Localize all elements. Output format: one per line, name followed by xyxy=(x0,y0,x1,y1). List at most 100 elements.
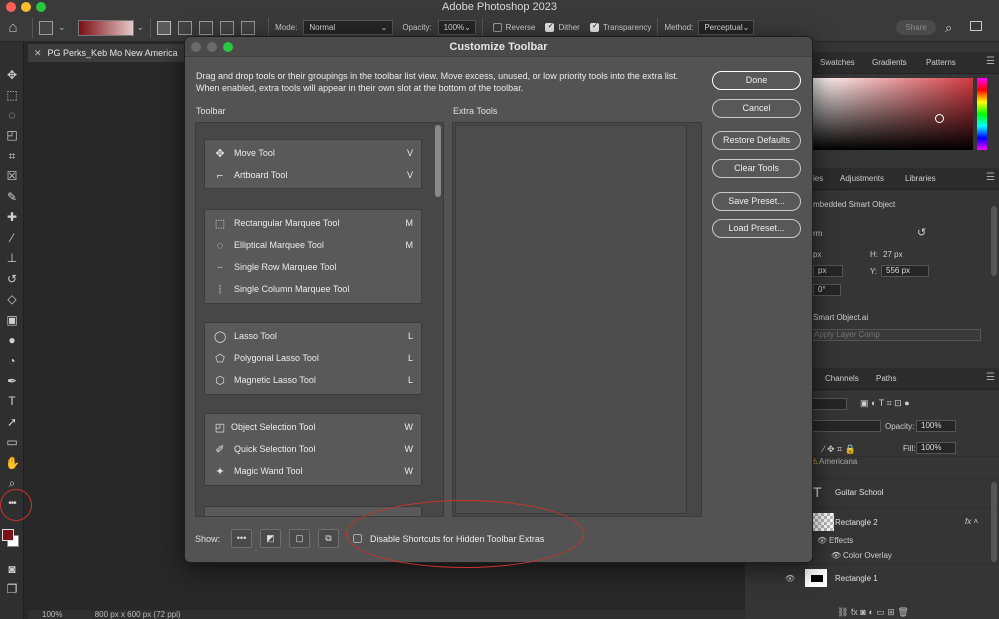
tool-item[interactable]: ✦ Magic Wand Tool W xyxy=(205,461,421,483)
tool-item[interactable]: ⬠ Polygonal Lasso Tool L xyxy=(205,348,421,370)
tool-group[interactable]: ⬚ Rectangular Marquee Tool M ◌ Elliptica… xyxy=(204,209,422,304)
tool-group[interactable]: ◰ Object Selection Tool W ✐ Quick Select… xyxy=(204,413,422,486)
tool-item[interactable]: ✐ Quick Selection Tool W xyxy=(205,439,421,461)
tool-item[interactable]: ◯ Lasso Tool L xyxy=(205,326,421,348)
tool-item[interactable]: ⌐ Artboard Tool V xyxy=(205,165,421,187)
share-button[interactable]: Share xyxy=(896,20,936,35)
tab-channels[interactable]: Channels xyxy=(825,374,859,383)
blend-mode-select[interactable] xyxy=(809,420,881,432)
rect-marquee-icon[interactable]: ⬚ xyxy=(5,88,19,102)
tool-item[interactable]: ⬚ Rectangular Marquee Tool M xyxy=(205,213,421,235)
extra-tools-dropzone[interactable] xyxy=(455,125,687,514)
mode-select[interactable]: Normal ⌄ xyxy=(303,20,394,35)
color-picker-field[interactable] xyxy=(813,78,973,150)
document-tab[interactable]: ✕ PG Perks_Keb Mo New America xyxy=(28,44,186,62)
fill-field[interactable]: 100% xyxy=(916,442,956,454)
chevron-down-icon[interactable]: ⌄ xyxy=(137,22,145,33)
brush-icon[interactable]: ⁄ xyxy=(5,231,19,245)
hue-slider[interactable] xyxy=(977,78,987,150)
tool-item[interactable]: ┄ Single Row Marquee Tool xyxy=(205,257,421,279)
reverse-checkbox[interactable] xyxy=(492,23,502,32)
tool-item[interactable]: ✥ Move Tool V xyxy=(205,143,421,165)
healing-brush-icon[interactable]: ✚ xyxy=(5,210,19,224)
frame-icon[interactable]: ☒ xyxy=(5,169,19,183)
load-preset-button[interactable]: Load Preset... xyxy=(712,219,801,238)
layer-row[interactable]: 👁 Rectangle 1 xyxy=(775,564,999,592)
cancel-button[interactable]: Cancel xyxy=(712,99,801,118)
reset-icon[interactable]: ↺ xyxy=(917,226,926,239)
x-field[interactable]: px xyxy=(813,265,843,277)
scrollbar[interactable] xyxy=(435,125,441,197)
radial-gradient-icon[interactable] xyxy=(178,20,193,35)
y-field[interactable]: 556 px xyxy=(881,265,929,277)
tab-patterns[interactable]: Patterns xyxy=(926,58,956,67)
zoom-icon[interactable]: ⌕ xyxy=(5,476,19,490)
chevron-down-icon[interactable]: ⌄ xyxy=(58,22,66,33)
restore-defaults-button[interactable]: Restore Defaults xyxy=(712,131,801,150)
linear-gradient-icon[interactable] xyxy=(157,20,172,35)
lasso-icon[interactable]: ◌ xyxy=(5,108,19,122)
show-edit-toolbar-button[interactable]: ••• xyxy=(231,529,252,548)
crop-icon[interactable]: ⌗ xyxy=(5,149,19,163)
gradient-swatch[interactable] xyxy=(77,19,134,36)
close-icon[interactable]: ✕ xyxy=(34,48,42,58)
screen-mode-icon[interactable]: ❐ xyxy=(5,582,19,596)
tool-item[interactable]: ◰ Object Selection Tool W xyxy=(205,417,421,439)
layer-comp-select[interactable]: Apply Layer Comp xyxy=(809,329,981,341)
lock-icons[interactable]: ⁄ ✥ ⌗ 🔒 xyxy=(823,444,856,455)
tab-paths[interactable]: Paths xyxy=(876,374,896,383)
panel-menu-icon[interactable]: ☰ xyxy=(986,172,995,183)
tab-gradients[interactable]: Gradients xyxy=(872,58,907,67)
layers-opacity-field[interactable]: 100% xyxy=(916,420,956,432)
object-selection-icon[interactable]: ◰ xyxy=(5,128,19,142)
toolbar-list[interactable]: ✥ Move Tool V ⌐ Artboard Tool V ⬚ Rectan… xyxy=(195,122,444,517)
zoom-dialog-button[interactable] xyxy=(223,42,233,52)
angle-gradient-icon[interactable] xyxy=(199,20,214,35)
eye-icon[interactable]: 👁 xyxy=(817,536,827,545)
history-brush-icon[interactable]: ↺ xyxy=(5,272,19,286)
path-selection-icon[interactable]: ➚ xyxy=(5,415,19,429)
workspace-icon[interactable] xyxy=(970,21,982,31)
tool-item[interactable]: ┆ Single Column Marquee Tool xyxy=(205,279,421,301)
type-icon[interactable]: T xyxy=(5,394,19,408)
tab-libraries[interactable]: Libraries xyxy=(905,174,936,183)
dodge-icon[interactable]: ◔ xyxy=(5,354,19,368)
tool-group[interactable]: ✥ Move Tool V ⌐ Artboard Tool V xyxy=(204,139,422,189)
filter-kind-select[interactable] xyxy=(809,398,847,410)
transparency-checkbox[interactable] xyxy=(589,21,599,32)
eraser-icon[interactable]: ◇ xyxy=(5,292,19,306)
tab-adjustments[interactable]: Adjustments xyxy=(840,174,884,183)
gradient-icon[interactable]: ▣ xyxy=(5,313,19,327)
tool-preset-icon[interactable] xyxy=(39,20,53,35)
show-colors-button[interactable]: ◩ xyxy=(260,529,281,548)
minimize-dialog-button[interactable] xyxy=(207,42,217,52)
eyedropper-icon[interactable]: ✎ xyxy=(5,190,19,204)
opacity-field[interactable]: 100% ⌄ xyxy=(437,20,476,35)
pen-icon[interactable]: ✒ xyxy=(5,374,19,388)
tool-item[interactable]: ◌ Elliptical Marquee Tool M xyxy=(205,235,421,257)
dither-checkbox[interactable] xyxy=(545,21,555,32)
tool-group[interactable]: ◯ Lasso Tool L ⬠ Polygonal Lasso Tool L … xyxy=(204,322,422,395)
angle-field[interactable]: 0° xyxy=(813,284,841,296)
close-dialog-button[interactable] xyxy=(191,42,201,52)
blur-icon[interactable]: ● xyxy=(5,333,19,347)
foreground-color[interactable] xyxy=(2,529,14,541)
color-picker-cursor[interactable] xyxy=(935,114,944,123)
extra-tools-list[interactable] xyxy=(452,122,702,517)
tab-properties[interactable]: ies xyxy=(813,174,823,183)
done-button[interactable]: Done xyxy=(712,71,801,90)
reflected-gradient-icon[interactable] xyxy=(220,20,235,35)
clone-stamp-icon[interactable]: ⊥ xyxy=(5,251,19,265)
search-icon[interactable]: ⌕ xyxy=(945,20,952,36)
zoom-level[interactable]: 100% xyxy=(42,610,62,619)
rectangle-icon[interactable]: ▭ xyxy=(5,435,19,449)
hand-icon[interactable]: ✋ xyxy=(5,456,20,470)
tool-item[interactable]: ⬡ Magnetic Lasso Tool L xyxy=(205,370,421,392)
panel-menu-icon[interactable]: ☰ xyxy=(986,56,995,67)
scrollbar[interactable] xyxy=(991,206,997,276)
home-icon[interactable]: ⌂ xyxy=(0,19,26,36)
layers-footer-icons[interactable]: ⛓ fx ◙ ◐ ▭ ⊞ 🗑 xyxy=(837,607,909,618)
diamond-gradient-icon[interactable] xyxy=(241,20,256,35)
show-quick-mask-button[interactable]: ▢ xyxy=(289,529,310,548)
clear-tools-button[interactable]: Clear Tools xyxy=(712,159,801,178)
